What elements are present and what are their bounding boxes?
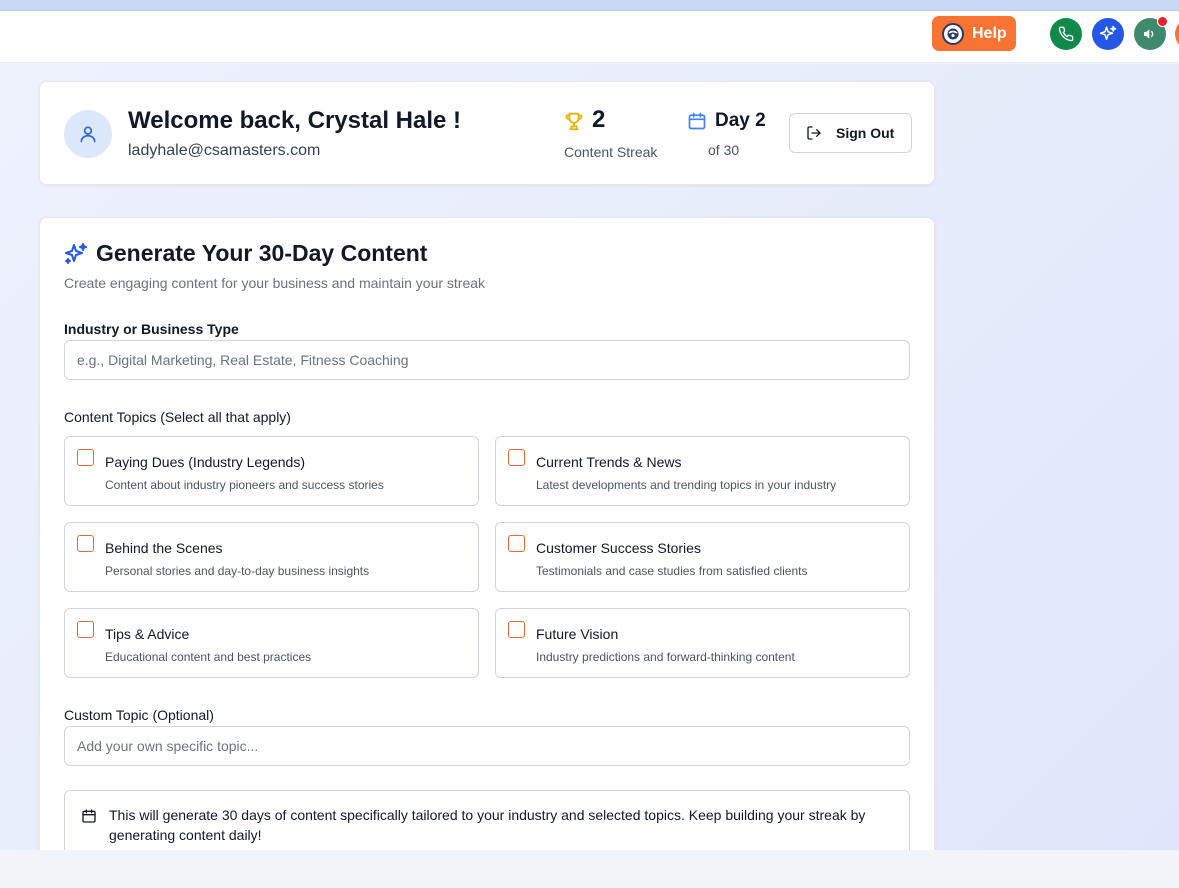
topic-title: Current Trends & News [536, 454, 682, 470]
avatar [64, 110, 112, 158]
bottom-bar [0, 850, 1179, 888]
help-button[interactable]: Help [932, 16, 1016, 51]
generator-title: Generate Your 30-Day Content [96, 240, 428, 266]
topic-description: Personal stories and day-to-day business… [105, 564, 370, 578]
topics-label: Content Topics (Select all that apply) [64, 409, 291, 425]
notification-dot [1157, 16, 1168, 27]
topic-option-future-vision[interactable]: Future Vision Industry predictions and f… [495, 608, 910, 678]
topic-title: Tips & Advice [105, 626, 190, 642]
phone-icon [1058, 26, 1074, 42]
welcome-card: Welcome back, Crystal Hale ! ladyhale@cs… [39, 81, 935, 185]
topic-description: Content about industry pioneers and succ… [105, 478, 384, 492]
custom-topic-input[interactable] [64, 726, 910, 766]
sign-out-button[interactable]: Sign Out [789, 113, 912, 153]
welcome-title: Welcome back, Crystal Hale ! [128, 107, 462, 134]
megaphone-icon [1144, 29, 1154, 39]
sparkles-icon [1099, 25, 1117, 40]
industry-input[interactable] [64, 340, 910, 380]
generator-header: Generate Your 30-Day Content [64, 240, 427, 267]
topic-checkbox[interactable] [77, 621, 94, 638]
topic-checkbox[interactable] [77, 535, 94, 552]
topic-checkbox[interactable] [508, 449, 525, 466]
topic-title: Future Vision [536, 626, 619, 642]
topic-title: Customer Success Stories [536, 540, 701, 556]
calendar-icon [688, 112, 706, 130]
sign-out-label: Sign Out [836, 125, 895, 141]
topic-title: Behind the Scenes [105, 540, 223, 556]
topic-description: Latest developments and trending topics … [536, 478, 837, 492]
generator-subtitle: Create engaging content for your busines… [64, 275, 486, 291]
topic-description: Industry predictions and forward-thinkin… [536, 650, 795, 664]
industry-label: Industry or Business Type [64, 321, 239, 337]
topic-option-paying-dues[interactable]: Paying Dues (Industry Legends) Content a… [64, 436, 479, 506]
topic-checkbox[interactable] [77, 449, 94, 466]
top-bar: Help [0, 11, 1179, 63]
calendar-icon [82, 809, 96, 823]
topic-checkbox[interactable] [508, 621, 525, 638]
info-text: This will generate 30 days of content sp… [109, 807, 866, 843]
info-notice: This will generate 30 days of content sp… [64, 790, 910, 850]
generator-card: Generate Your 30-Day Content Create enga… [39, 217, 935, 850]
sparkles-icon [65, 242, 87, 264]
topic-option-behind-the-scenes[interactable]: Behind the Scenes Personal stories and d… [64, 522, 479, 592]
help-label: Help [972, 24, 1007, 42]
custom-topic-label: Custom Topic (Optional) [64, 707, 214, 723]
announcements-button[interactable] [1134, 16, 1168, 50]
trophy-icon [565, 112, 583, 131]
topic-option-tips-advice[interactable]: Tips & Advice Educational content and be… [64, 608, 479, 678]
topic-option-customer-success[interactable]: Customer Success Stories Testimonials an… [495, 522, 910, 592]
ai-assistant-button[interactable] [1092, 18, 1124, 50]
topic-description: Educational content and best practices [105, 650, 312, 664]
user-icon [80, 126, 96, 143]
topic-option-current-trends[interactable]: Current Trends & News Latest development… [495, 436, 910, 506]
phone-button[interactable] [1050, 18, 1082, 50]
browser-chrome-strip [0, 0, 1179, 11]
day-count: Day 2 [715, 110, 766, 131]
streak-count: 2 [592, 106, 606, 133]
topic-title: Paying Dues (Industry Legends) [105, 454, 305, 470]
topic-checkbox[interactable] [508, 535, 525, 552]
user-email: ladyhale@csamasters.com [128, 142, 321, 159]
profile-button[interactable] [1175, 18, 1179, 50]
day-total: of 30 [708, 142, 740, 158]
topic-description: Testimonials and case studies from satis… [536, 564, 808, 578]
help-logo-icon [942, 22, 964, 45]
log-out-icon [807, 126, 821, 140]
streak-label: Content Streak [564, 144, 658, 160]
main-content: Welcome back, Crystal Hale ! ladyhale@cs… [0, 64, 1179, 850]
